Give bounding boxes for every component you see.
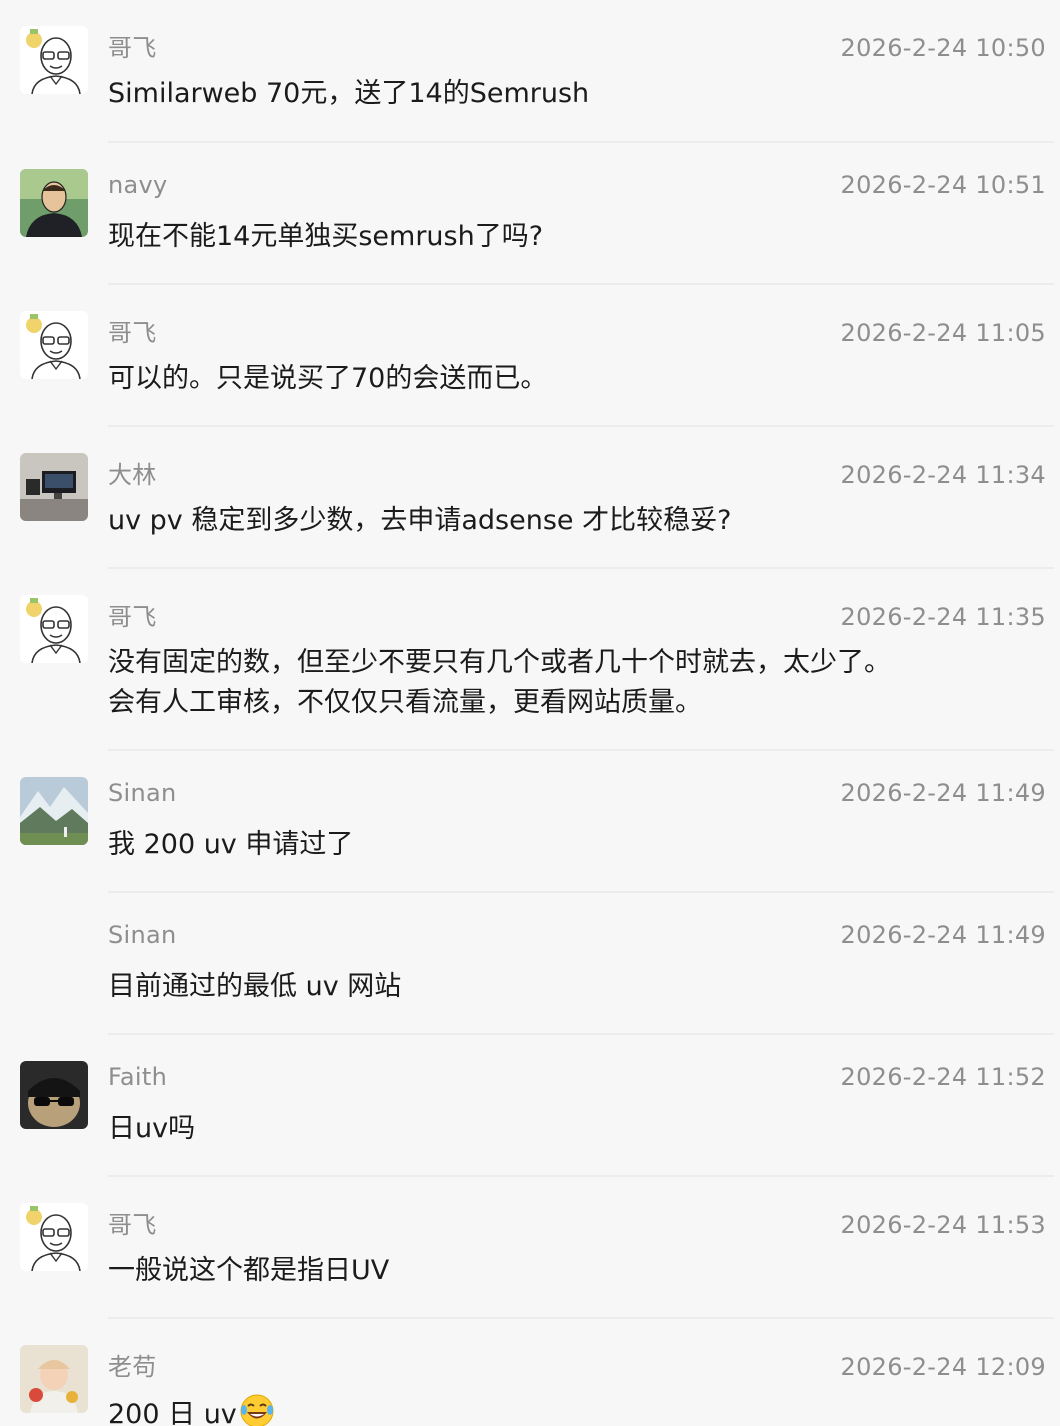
avatar[interactable] (20, 453, 88, 521)
sender-name[interactable]: navy (108, 171, 168, 199)
sender-name[interactable]: 哥飞 (108, 28, 157, 63)
sender-name[interactable]: 哥飞 (108, 313, 157, 348)
message-text: 没有固定的数，但至少不要只有几个或者几十个时就去，太少了。 会有人工审核，不仅仅… (108, 643, 1046, 723)
avatar[interactable] (20, 1203, 88, 1271)
timestamp: 2026-2-24 10:50 (840, 34, 1046, 62)
avatar[interactable] (20, 1061, 88, 1129)
gefei-avatar-icon (20, 1203, 88, 1271)
timestamp: 2026-2-24 11:35 (840, 603, 1046, 631)
sender-name[interactable]: Sinan (108, 779, 177, 807)
avatar[interactable] (20, 169, 88, 237)
message-text: 我 200 uv 申请过了 (108, 829, 354, 860)
chat-message: Faith 2026-2-24 11:52 日uv吗 (0, 1035, 1060, 1177)
gefei-avatar-icon (20, 595, 88, 663)
chat-message: 哥飞 2026-2-24 11:53 一般说这个都是指日UV (0, 1177, 1060, 1319)
chat-message: 哥飞 2026-2-24 10:50 Similarweb 70元，送了14的S… (0, 0, 1060, 143)
timestamp: 2026-2-24 11:52 (840, 1063, 1046, 1091)
message-text-content: 200 日 uv (108, 1399, 237, 1426)
message-text: 日uv吗 (108, 1113, 196, 1144)
avatar[interactable] (20, 595, 88, 663)
navy-avatar-icon (20, 169, 88, 237)
timestamp: 2026-2-24 11:49 (840, 779, 1046, 807)
message-text: Similarweb 70元，送了14的Semrush (108, 78, 590, 109)
message-text: 现在不能14元单独买semrush了吗? (108, 221, 544, 252)
message-line: 没有固定的数，但至少不要只有几个或者几十个时就去，太少了。 (108, 647, 891, 678)
avatar[interactable] (20, 311, 88, 379)
message-text: 可以的。只是说买了70的会送而已。 (108, 363, 548, 394)
timestamp: 2026-2-24 11:53 (840, 1211, 1046, 1239)
message-text: 200 日 uv (108, 1393, 1046, 1426)
chat-message: 哥飞 2026-2-24 11:05 可以的。只是说买了70的会送而已。 (0, 285, 1060, 427)
avatar[interactable] (20, 1345, 88, 1413)
timestamp: 2026-2-24 11:05 (840, 319, 1046, 347)
mountain-photo-icon (20, 777, 88, 845)
sender-name[interactable]: 大林 (108, 455, 157, 490)
avatar[interactable] (20, 777, 88, 845)
avatar-placeholder (20, 919, 88, 987)
timestamp: 2026-2-24 10:51 (840, 171, 1046, 199)
message-text: uv pv 稳定到多少数，去申请adsense 才比较稳妥? (108, 505, 732, 536)
chat-message: 哥飞 2026-2-24 11:35 没有固定的数，但至少不要只有几个或者几十个… (0, 569, 1060, 751)
child-photo-icon (20, 1345, 88, 1413)
chat-message: Sinan 2026-2-24 11:49 目前通过的最低 uv 网站 (0, 893, 1060, 1035)
sender-name[interactable]: Faith (108, 1063, 167, 1091)
chat-message-list: 哥飞 2026-2-24 10:50 Similarweb 70元，送了14的S… (0, 0, 1060, 1426)
message-line: 会有人工审核，不仅仅只看流量，更看网站质量。 (108, 687, 702, 718)
chat-message: Sinan 2026-2-24 11:49 我 200 uv 申请过了 (0, 751, 1060, 893)
laughing-tears-emoji-icon (240, 1394, 274, 1426)
timestamp: 2026-2-24 11:49 (840, 921, 1046, 949)
avatar[interactable] (20, 26, 88, 94)
sender-name[interactable]: 哥飞 (108, 597, 157, 632)
chat-message: navy 2026-2-24 10:51 现在不能14元单独买semrush了吗… (0, 143, 1060, 285)
chat-message: 老苟 2026-2-24 12:09 200 日 uv (0, 1319, 1060, 1426)
sender-name[interactable]: Sinan (108, 921, 177, 949)
gefei-avatar-icon (20, 26, 88, 94)
desk-photo-icon (20, 453, 88, 521)
sender-name[interactable]: 老苟 (108, 1347, 157, 1382)
sunglasses-avatar-icon (20, 1061, 88, 1129)
message-text: 目前通过的最低 uv 网站 (108, 971, 402, 1002)
message-text: 一般说这个都是指日UV (108, 1255, 390, 1286)
gefei-avatar-icon (20, 311, 88, 379)
timestamp: 2026-2-24 11:34 (840, 461, 1046, 489)
chat-message: 大林 2026-2-24 11:34 uv pv 稳定到多少数，去申请adsen… (0, 427, 1060, 569)
timestamp: 2026-2-24 12:09 (840, 1353, 1046, 1381)
sender-name[interactable]: 哥飞 (108, 1205, 157, 1240)
